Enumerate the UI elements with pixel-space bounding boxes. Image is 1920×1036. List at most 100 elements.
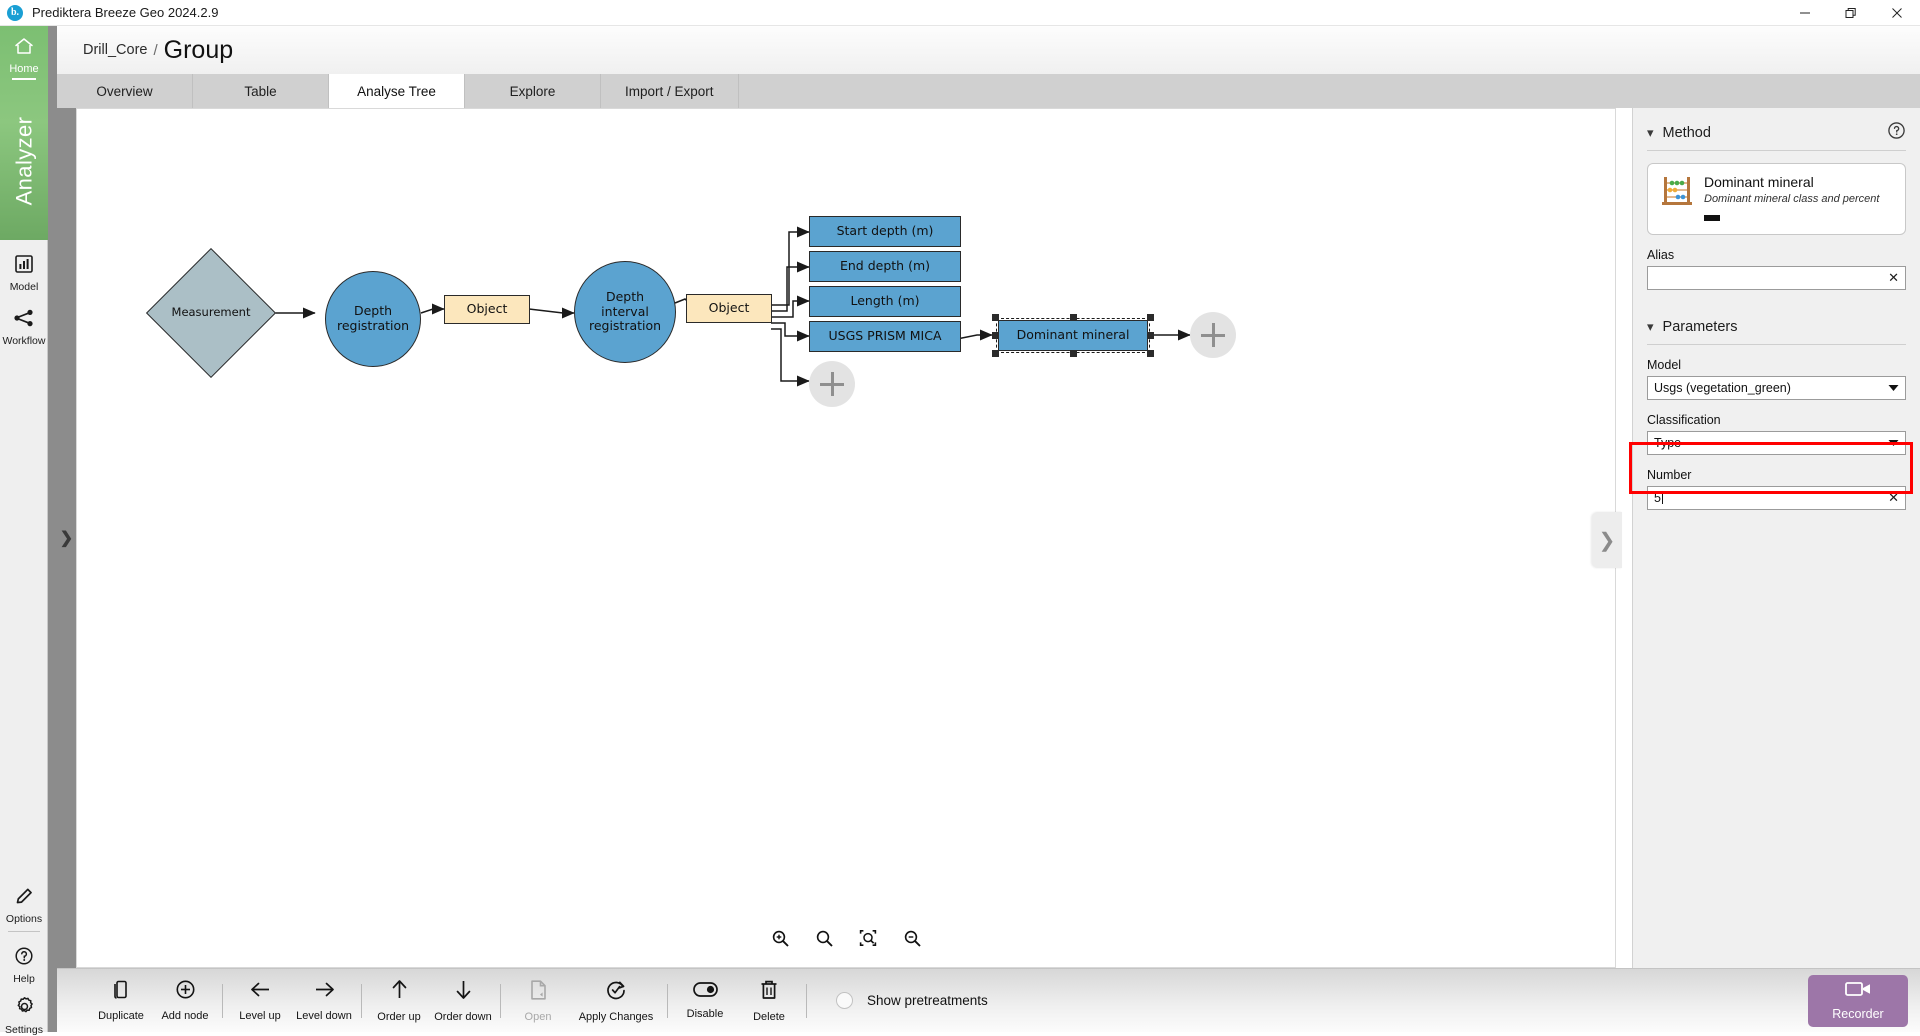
toggle-icon bbox=[693, 981, 718, 1003]
restore-icon[interactable] bbox=[1828, 0, 1874, 26]
node-depth-interval-registration[interactable]: Depth interval registration bbox=[574, 261, 676, 363]
add-node-label: Add node bbox=[161, 1010, 208, 1022]
sidebar-item-options[interactable]: Options bbox=[0, 886, 48, 925]
level-down-button[interactable]: Level down bbox=[292, 969, 356, 1033]
tabstrip: Overview Table Analyse Tree Explore Impo… bbox=[57, 74, 1920, 108]
recorder-button[interactable]: Recorder bbox=[1808, 975, 1908, 1027]
toolbar-divider bbox=[667, 984, 668, 1018]
disable-label: Disable bbox=[687, 1008, 724, 1020]
rail-divider bbox=[12, 78, 36, 80]
canvas-collapse-left-handle[interactable]: ❯ bbox=[57, 108, 76, 968]
order-down-button[interactable]: Order down bbox=[431, 969, 495, 1033]
dash-marker-icon bbox=[1704, 215, 1720, 221]
sidebar-item-settings[interactable]: Settings bbox=[0, 996, 48, 1036]
duplicate-button[interactable]: Duplicate bbox=[89, 969, 153, 1033]
node-length-label: Length (m) bbox=[809, 286, 961, 317]
node-object-1[interactable]: Object bbox=[444, 295, 530, 324]
parameters-section-header[interactable]: ▾ Parameters bbox=[1647, 310, 1906, 344]
zoom-reset-icon[interactable] bbox=[813, 927, 835, 949]
zoom-fit-icon[interactable] bbox=[857, 927, 879, 949]
add-node-placeholder-right[interactable] bbox=[1190, 312, 1236, 358]
node-end-depth[interactable]: End depth (m) bbox=[809, 251, 961, 282]
sidebar-item-model[interactable]: Model bbox=[0, 254, 48, 293]
gear-icon bbox=[14, 996, 35, 1022]
resize-handle-sw[interactable] bbox=[992, 350, 999, 357]
level-up-button[interactable]: Level up bbox=[228, 969, 292, 1033]
node-usgs-prism-mica[interactable]: USGS PRISM MICA bbox=[809, 321, 961, 352]
node-object-2[interactable]: Object bbox=[686, 294, 772, 323]
chevron-down-icon bbox=[1888, 381, 1899, 395]
resize-handle-w[interactable] bbox=[992, 332, 999, 339]
close-icon[interactable]: ✕ bbox=[1882, 490, 1899, 506]
tab-import-export[interactable]: Import / Export bbox=[601, 74, 739, 108]
duplicate-label: Duplicate bbox=[98, 1010, 144, 1022]
arrow-up-icon bbox=[389, 978, 410, 1006]
arrow-down-icon bbox=[453, 978, 474, 1006]
resize-handle-ne[interactable] bbox=[1147, 314, 1154, 321]
disable-button[interactable]: Disable bbox=[673, 969, 737, 1033]
resize-handle-nw[interactable] bbox=[992, 314, 999, 321]
open-label: Open bbox=[525, 1011, 552, 1023]
resize-handle-se[interactable] bbox=[1147, 350, 1154, 357]
section-divider bbox=[1647, 150, 1906, 151]
right-panel-collapse-handle[interactable]: ❯ bbox=[1592, 512, 1622, 568]
close-icon[interactable] bbox=[1874, 0, 1920, 26]
resize-handle-n[interactable] bbox=[1070, 314, 1077, 321]
minimize-icon[interactable] bbox=[1782, 0, 1828, 26]
tab-explore[interactable]: Explore bbox=[465, 74, 601, 108]
node-length[interactable]: Length (m) bbox=[809, 286, 961, 317]
header-bar: Drill_Core / Group bbox=[57, 26, 1920, 74]
method-card[interactable]: Dominant mineral Dominant mineral class … bbox=[1647, 163, 1906, 235]
model-select[interactable]: Usgs (vegetation_green) bbox=[1647, 376, 1906, 400]
classification-select[interactable]: Type bbox=[1647, 431, 1906, 455]
show-pretreatments-toggle[interactable]: Show pretreatments bbox=[836, 992, 988, 1009]
toolbar-divider bbox=[806, 984, 807, 1018]
tab-table[interactable]: Table bbox=[193, 74, 329, 108]
chevron-right-icon: ❯ bbox=[60, 528, 73, 548]
sidebar-item-help[interactable]: Help bbox=[0, 946, 48, 985]
delete-button[interactable]: Delete bbox=[737, 969, 801, 1033]
show-pretreatments-label: Show pretreatments bbox=[867, 993, 988, 1008]
add-node-button[interactable]: Add node bbox=[153, 969, 217, 1033]
sidebar-item-workflow[interactable]: Workflow bbox=[0, 308, 48, 347]
tab-overview[interactable]: Overview bbox=[57, 74, 193, 108]
radio-icon[interactable] bbox=[836, 992, 853, 1009]
number-input[interactable]: 5 ✕ bbox=[1647, 486, 1906, 510]
rail-scrollbar[interactable] bbox=[48, 26, 57, 1032]
add-node-placeholder-bottom[interactable] bbox=[809, 361, 855, 407]
text-cursor bbox=[1662, 491, 1663, 504]
model-label: Model bbox=[1647, 358, 1906, 372]
close-icon[interactable]: ✕ bbox=[1882, 270, 1899, 286]
open-button: Open bbox=[506, 969, 570, 1033]
tab-analyse-tree[interactable]: Analyse Tree bbox=[329, 74, 465, 108]
resize-handle-s[interactable] bbox=[1070, 350, 1077, 357]
sidebar-item-home[interactable]: Home bbox=[0, 36, 48, 75]
apply-changes-button[interactable]: Apply Changes bbox=[570, 969, 662, 1033]
node-measurement[interactable]: Measurement bbox=[165, 267, 257, 359]
node-start-depth[interactable]: Start depth (m) bbox=[809, 216, 961, 247]
level-down-label: Level down bbox=[296, 1010, 352, 1022]
app-logo-icon: b. bbox=[7, 5, 23, 21]
method-section-header[interactable]: ▾ Method bbox=[1647, 116, 1906, 150]
rail-divider bbox=[8, 931, 40, 932]
alias-field[interactable]: ✕ bbox=[1647, 266, 1906, 290]
chart-icon bbox=[14, 254, 34, 279]
breadcrumb-parent[interactable]: Drill_Core bbox=[83, 42, 147, 58]
node-dominant-mineral-label: Dominant mineral bbox=[998, 320, 1148, 351]
left-rail: Home Analyzer Model Wor bbox=[0, 26, 48, 1032]
page-title: Group bbox=[164, 38, 233, 63]
node-usgs-prism-mica-label: USGS PRISM MICA bbox=[809, 321, 961, 352]
question-circle-icon[interactable] bbox=[1887, 121, 1906, 145]
node-dominant-mineral[interactable]: Dominant mineral bbox=[998, 320, 1148, 351]
analyse-tree-canvas[interactable]: Measurement Depth registration Object De… bbox=[76, 108, 1616, 968]
zoom-in-icon[interactable] bbox=[769, 927, 791, 949]
workflow-icon bbox=[13, 308, 35, 333]
canvas-zoom-controls bbox=[77, 927, 1615, 949]
breadcrumb-separator: / bbox=[153, 42, 157, 59]
zoom-out-icon[interactable] bbox=[901, 927, 923, 949]
order-up-button[interactable]: Order up bbox=[367, 969, 431, 1033]
node-measurement-label: Measurement bbox=[165, 267, 257, 359]
node-depth-registration[interactable]: Depth registration bbox=[325, 271, 421, 367]
resize-handle-e[interactable] bbox=[1147, 332, 1154, 339]
question-circle-icon bbox=[14, 946, 34, 971]
